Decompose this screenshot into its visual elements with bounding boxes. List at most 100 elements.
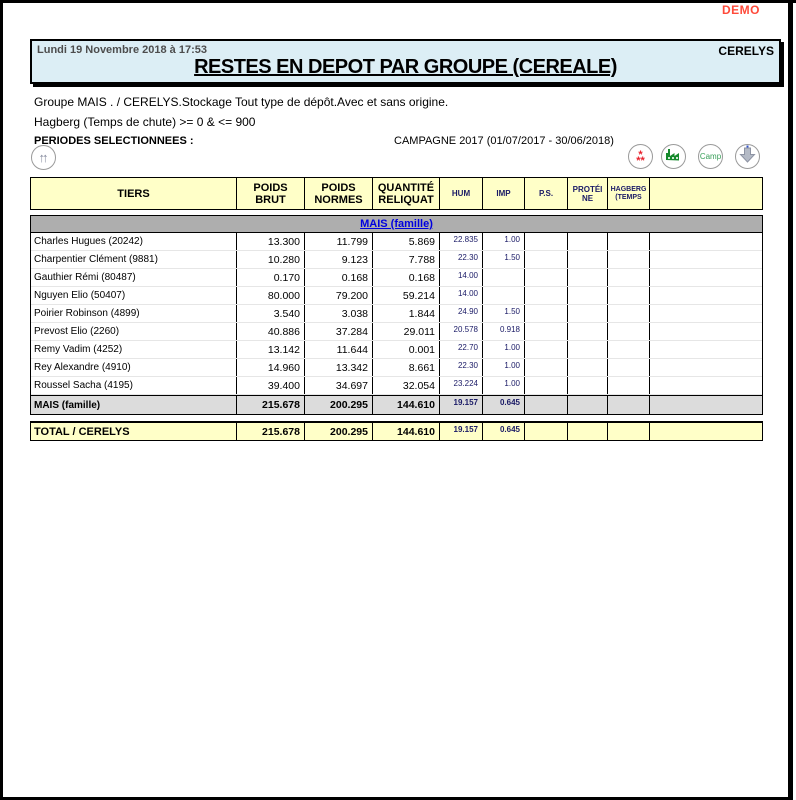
col-header-extra (650, 178, 762, 209)
page-title: RESTES EN DEPOT PAR GROUPE (CEREALE) (32, 56, 779, 79)
cell-poids-brut: 215.678 (237, 396, 305, 414)
cell-proteine (568, 305, 608, 322)
cell-poids-normes: 11.799 (305, 233, 373, 250)
cell-hagberg (608, 305, 650, 322)
table-row: Charpentier Clément (9881) 10.280 9.123 … (31, 251, 762, 269)
grand-total-row: TOTAL / CERELYS 215.678 200.295 144.610 … (30, 421, 763, 441)
cell-hum: 22.70 (440, 341, 483, 358)
cell-hum: 23.224 (440, 377, 483, 394)
cell-ps (525, 377, 568, 394)
cell-poids-brut: 13.142 (237, 341, 305, 358)
cell-tiers: Gauthier Rémi (80487) (31, 269, 237, 286)
cell-extra (650, 269, 762, 286)
cell-poids-brut: 3.540 (237, 305, 305, 322)
group-link[interactable]: MAIS (famille) (360, 218, 433, 230)
report-datetime: Lundi 19 Novembre 2018 à 17:53 (37, 44, 207, 56)
cell-quantite-reliquat: 0.168 (373, 269, 440, 286)
table-row: Poirier Robinson (4899) 3.540 3.038 1.84… (31, 305, 762, 323)
cell-hum: 22.30 (440, 359, 483, 376)
cell-hum: 22.30 (440, 251, 483, 268)
cell-proteine (568, 423, 608, 440)
cell-extra (650, 305, 762, 322)
page-border-top (0, 0, 796, 3)
cell-hagberg (608, 377, 650, 394)
cell-quantite-reliquat: 29.011 (373, 323, 440, 340)
cell-imp: 1.50 (483, 305, 525, 322)
cell-hagberg (608, 269, 650, 286)
cell-poids-normes: 3.038 (305, 305, 373, 322)
cell-proteine (568, 359, 608, 376)
selection-criteria-button[interactable]: * ** (628, 144, 653, 169)
cell-extra (650, 423, 762, 440)
group-header-row: MAIS (famille) (31, 216, 762, 233)
campaign-button[interactable]: Camp (698, 144, 723, 169)
cell-tiers: Poirier Robinson (4899) (31, 305, 237, 322)
report-header-box: Lundi 19 Novembre 2018 à 17:53 CERELYS R… (30, 39, 781, 84)
cell-hum: 14.00 (440, 269, 483, 286)
col-header-imp: IMP (483, 178, 525, 209)
cell-hum: 14.00 (440, 287, 483, 304)
cell-imp (483, 269, 525, 286)
cell-poids-normes: 37.284 (305, 323, 373, 340)
cell-tiers: Rey Alexandre (4910) (31, 359, 237, 376)
cell-tiers: Remy Vadim (4252) (31, 341, 237, 358)
cell-imp: 1.00 (483, 233, 525, 250)
cell-proteine (568, 287, 608, 304)
export-down-button[interactable] (735, 144, 760, 169)
red-asterisks-icon: ** (636, 158, 645, 164)
cell-hagberg (608, 323, 650, 340)
cell-ps (525, 396, 568, 414)
table-header-row: TIERS POIDS BRUT POIDS NORMES QUANTITÉ R… (30, 177, 763, 210)
site-button[interactable] (661, 144, 686, 169)
hagberg-filter-line: Hagberg (Temps de chute) >= 0 & <= 900 (34, 115, 255, 129)
cell-hagberg (608, 287, 650, 304)
table-row: Rey Alexandre (4910) 14.960 13.342 8.661… (31, 359, 762, 377)
col-header-hum: HUM (440, 178, 483, 209)
cell-tiers: MAIS (famille) (31, 396, 237, 414)
table-row: Nguyen Elio (50407) 80.000 79.200 59.214… (31, 287, 762, 305)
campaign-label: CAMPAGNE 2017 (01/07/2017 - 30/06/2018) (394, 135, 614, 147)
cell-hum: 22.835 (440, 233, 483, 250)
col-header-hagberg: HAGBERG (TEMPS (608, 178, 650, 209)
camp-icon: Camp (700, 152, 721, 161)
cell-extra (650, 396, 762, 414)
cell-imp: 1.00 (483, 341, 525, 358)
cell-poids-normes: 13.342 (305, 359, 373, 376)
cell-ps (525, 287, 568, 304)
cell-quantite-reliquat: 144.610 (373, 396, 440, 414)
table-row: Roussel Sacha (4195) 39.400 34.697 32.05… (31, 377, 762, 395)
cell-proteine (568, 396, 608, 414)
cell-imp: 1.00 (483, 377, 525, 394)
cell-imp (483, 287, 525, 304)
cell-proteine (568, 377, 608, 394)
cell-quantite-reliquat: 59.214 (373, 287, 440, 304)
cell-proteine (568, 233, 608, 250)
cell-hagberg (608, 341, 650, 358)
cell-hum: 20.578 (440, 323, 483, 340)
cell-poids-normes: 11.644 (305, 341, 373, 358)
cell-poids-normes: 0.168 (305, 269, 373, 286)
cell-quantite-reliquat: 32.054 (373, 377, 440, 394)
cell-ps (525, 305, 568, 322)
cell-ps (525, 359, 568, 376)
cell-imp: 0.645 (483, 423, 525, 440)
double-up-arrows-icon: ↑↑ (39, 150, 46, 165)
table-row: Charles Hugues (20242) 13.300 11.799 5.8… (31, 233, 762, 251)
periods-label: PERIODES SELECTIONNEES : (34, 135, 194, 147)
cell-ps (525, 341, 568, 358)
cell-extra (650, 341, 762, 358)
cell-poids-normes: 200.295 (305, 423, 373, 440)
cell-hum: 19.157 (440, 396, 483, 414)
cell-tiers: Nguyen Elio (50407) (31, 287, 237, 304)
scroll-top-button[interactable]: ↑↑ (31, 145, 56, 170)
cell-tiers: Prevost Elio (2260) (31, 323, 237, 340)
cell-imp: 0.645 (483, 396, 525, 414)
cell-extra (650, 287, 762, 304)
cell-poids-normes: 79.200 (305, 287, 373, 304)
cell-tiers: Roussel Sacha (4195) (31, 377, 237, 394)
cell-hagberg (608, 396, 650, 414)
cell-poids-brut: 215.678 (237, 423, 305, 440)
page-border-right (788, 0, 793, 800)
cell-tiers: Charpentier Clément (9881) (31, 251, 237, 268)
col-header-ps: P.S. (525, 178, 568, 209)
